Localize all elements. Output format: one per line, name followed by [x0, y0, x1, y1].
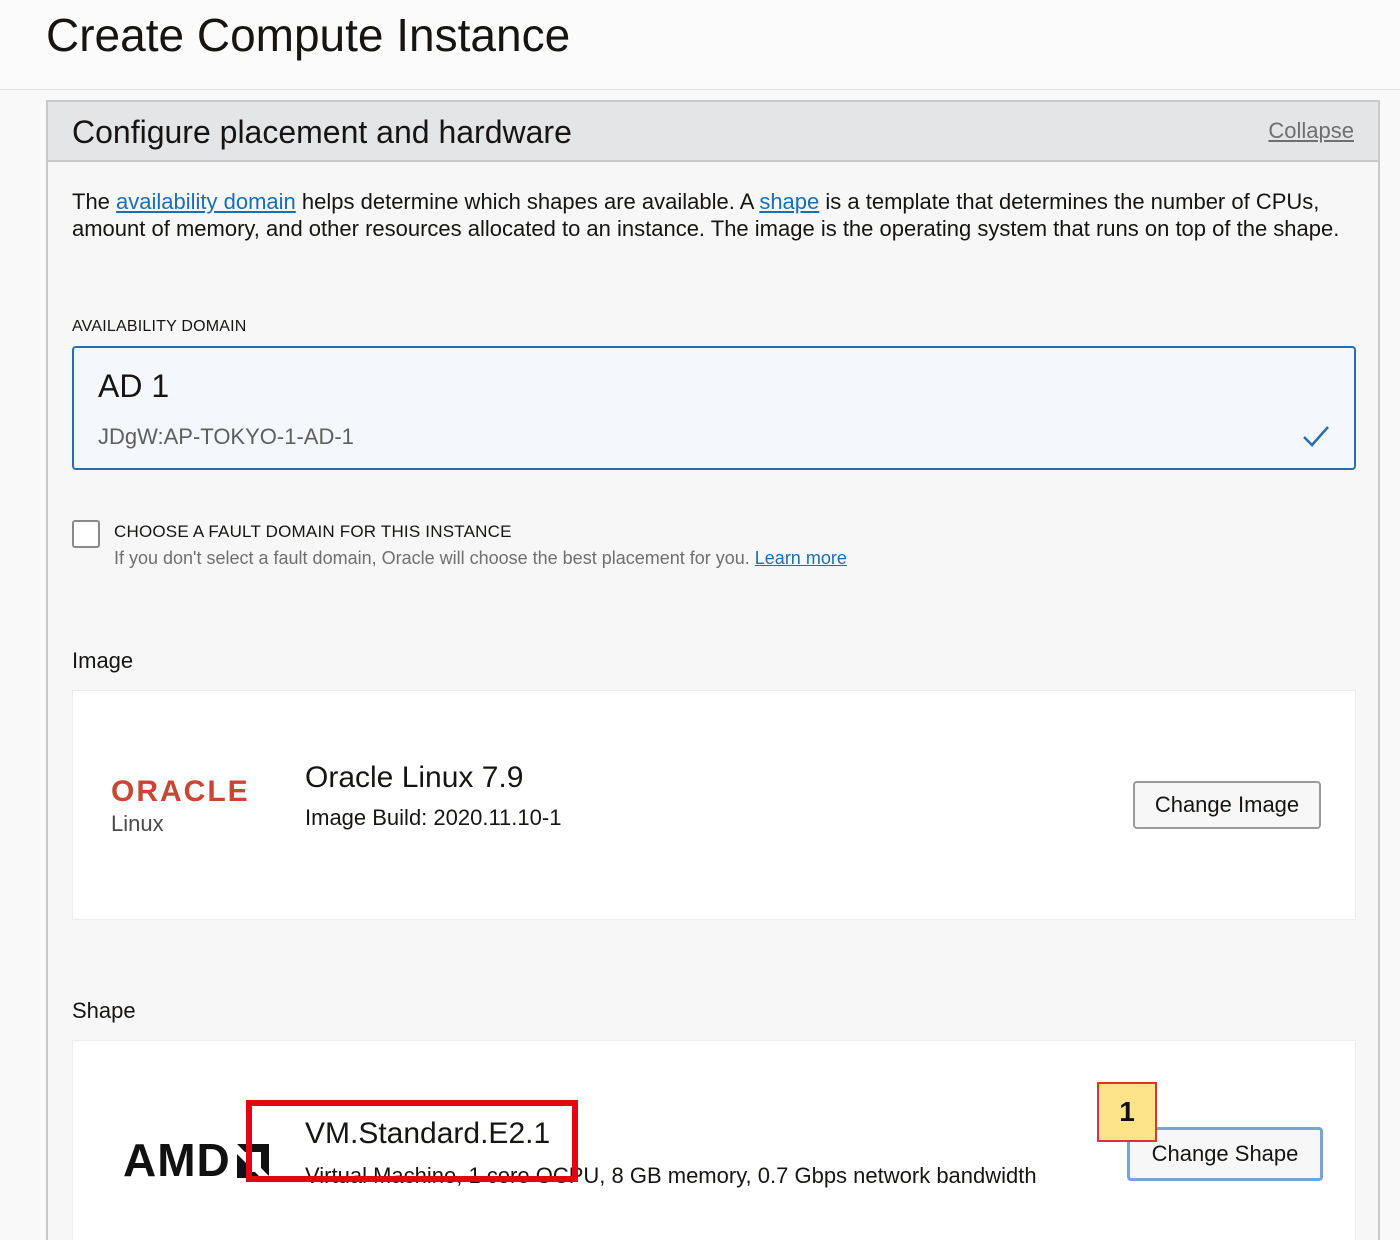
- fault-domain-help: If you don't select a fault domain, Orac…: [114, 548, 847, 569]
- availability-domain-label: AVAILABILITY DOMAIN: [72, 318, 247, 335]
- panel-header: Configure placement and hardware Collaps…: [48, 102, 1378, 162]
- oracle-linux-logo: ORACLE Linux: [111, 775, 250, 837]
- oracle-logo-sub: Linux: [111, 811, 164, 836]
- collapse-link[interactable]: Collapse: [1268, 118, 1354, 144]
- image-section-label: Image: [72, 648, 134, 673]
- intro-text-part2: helps determine which shapes are availab…: [295, 189, 760, 214]
- image-card: ORACLE Linux Oracle Linux 7.9 Image Buil…: [72, 690, 1356, 920]
- checkmark-icon: [1303, 426, 1329, 447]
- oracle-logo-word: ORACLE: [111, 775, 250, 808]
- placement-hardware-panel: Configure placement and hardware Collaps…: [46, 100, 1380, 1240]
- amd-logo-word: AMD: [123, 1134, 231, 1186]
- intro-text: The availability domain helps determine …: [72, 188, 1362, 242]
- shape-link[interactable]: shape: [759, 189, 819, 214]
- fault-domain-help-text: If you don't select a fault domain, Orac…: [114, 548, 755, 568]
- learn-more-link[interactable]: Learn more: [755, 548, 847, 568]
- fault-domain-title: CHOOSE A FAULT DOMAIN FOR THIS INSTANCE: [114, 522, 512, 541]
- annotation-step-badge: 1: [1097, 1082, 1157, 1142]
- page-title: Create Compute Instance: [46, 9, 571, 61]
- page-header: Create Compute Instance: [0, 0, 1400, 90]
- availability-domain-link[interactable]: availability domain: [116, 189, 296, 214]
- annotation-highlight-box: [246, 1100, 578, 1182]
- availability-domain-name: AD 1: [98, 368, 170, 404]
- intro-text-part1: The: [72, 189, 117, 214]
- availability-domain-id: JDgW:AP-TOKYO-1-AD-1: [98, 424, 354, 449]
- shape-section-label: Shape: [72, 998, 136, 1023]
- image-build: Image Build: 2020.11.10-1: [305, 805, 562, 830]
- fault-domain-checkbox[interactable]: [72, 520, 100, 548]
- availability-domain-option-selected[interactable]: AD 1 JDgW:AP-TOKYO-1-AD-1: [72, 346, 1356, 470]
- change-image-button[interactable]: Change Image: [1133, 781, 1321, 829]
- image-name: Oracle Linux 7.9: [305, 761, 524, 794]
- panel-title: Configure placement and hardware: [72, 114, 572, 150]
